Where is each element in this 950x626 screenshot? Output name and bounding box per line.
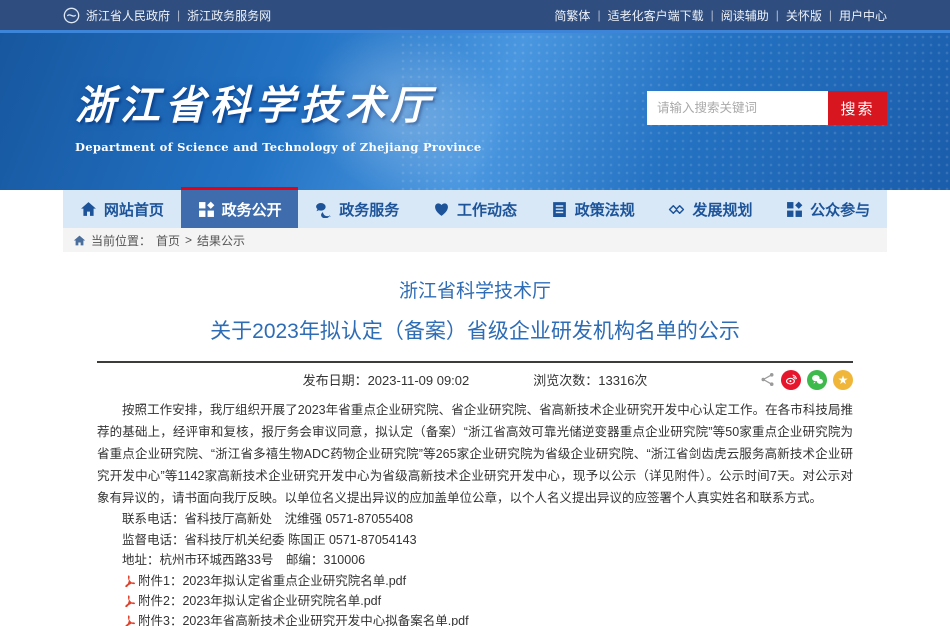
simplified-traditional-link[interactable]: 简繁体	[554, 7, 590, 24]
contact-phone: 联系电话：省科技厅高新处 沈维强 0571-87055408	[97, 509, 853, 530]
nav-label: 网站首页	[104, 199, 164, 220]
nav-item-public-participation[interactable]: 公众参与	[769, 190, 887, 228]
breadcrumb-location-label: 当前位置：	[91, 232, 151, 249]
gov-portal-link[interactable]: 浙江省人民政府	[86, 7, 170, 24]
divider	[829, 8, 832, 22]
article-title-agency: 浙江省科学技术厅	[97, 276, 853, 303]
breadcrumb-home-link[interactable]: 首页	[156, 232, 180, 249]
nav-item-gov-open[interactable]: 政务公开	[181, 190, 299, 228]
attachment-text: 附件2：2023年拟认定省企业研究院名单.pdf	[138, 591, 381, 611]
pdf-icon	[122, 594, 135, 608]
publish-date: 发布日期：2023-11-09 09:02	[303, 370, 470, 389]
handshake-icon	[668, 201, 685, 218]
view-count: 浏览次数：13316次	[533, 370, 647, 389]
nav-label: 公众参与	[810, 199, 870, 220]
attachment-text: 附件1：2023年拟认定省重点企业研究院名单.pdf	[138, 571, 406, 591]
weibo-icon[interactable]	[781, 370, 801, 390]
utility-bar-right: 简繁体 适老化客户端下载 阅读辅助 关怀版 用户中心	[554, 7, 887, 24]
site-title-english: Department of Science and Technology of …	[75, 140, 481, 154]
nav-label: 工作动态	[457, 199, 517, 220]
divider	[711, 8, 714, 22]
article-title-main: 关于2023年拟认定（备案）省级企业研发机构名单的公示	[97, 315, 853, 345]
gov-open-icon	[198, 201, 215, 218]
nav-label: 政务服务	[339, 199, 399, 220]
publish-date-value: 2023-11-09 09:02	[368, 373, 470, 388]
attachment-link-2[interactable]: 附件2：2023年拟认定省企业研究院名单.pdf	[97, 591, 853, 611]
service-portal-link[interactable]: 浙江政务服务网	[187, 7, 271, 24]
divider	[597, 8, 600, 22]
address-line: 地址：杭州市环城西路33号 邮编：310006	[97, 550, 853, 571]
share-toolbar: ★	[760, 363, 853, 396]
nav-item-work-news[interactable]: 工作动态	[416, 190, 534, 228]
article-meta: 发布日期：2023-11-09 09:02 浏览次数：13316次	[97, 363, 853, 396]
utility-bar: 浙江省人民政府 浙江政务服务网 简繁体 适老化客户端下载 阅读辅助 关怀版 用户…	[0, 0, 950, 30]
document-icon	[551, 201, 568, 218]
utility-bar-left: 浙江省人民政府 浙江政务服务网	[63, 7, 271, 24]
share-nodes-icon[interactable]	[760, 372, 775, 387]
site-banner: 浙江省科学技术厅 Department of Science and Techn…	[0, 30, 950, 190]
reading-assist-link[interactable]: 阅读辅助	[721, 7, 769, 24]
nav-item-gov-service[interactable]: 政务服务	[298, 190, 416, 228]
view-count-value: 13316次	[598, 373, 647, 388]
care-version-link[interactable]: 关怀版	[786, 7, 822, 24]
nav-item-home[interactable]: 网站首页	[63, 190, 181, 228]
breadcrumb: 当前位置： 首页 > 结果公示	[63, 228, 887, 252]
publish-date-label: 发布日期：	[303, 373, 368, 388]
chat-bubbles-icon	[315, 201, 332, 218]
qzone-icon[interactable]: ★	[833, 370, 853, 390]
attachment-link-3[interactable]: 附件3：2023年省高新技术企业研究开发中心拟备案名单.pdf	[97, 611, 853, 626]
nav-item-development-plan[interactable]: 发展规划	[652, 190, 770, 228]
breadcrumb-separator: >	[185, 233, 192, 247]
home-icon	[80, 201, 97, 218]
nav-label: 政策法规	[575, 199, 635, 220]
view-count-label: 浏览次数：	[533, 373, 598, 388]
search-button[interactable]: 搜索	[828, 91, 887, 125]
nav-label: 发展规划	[692, 199, 752, 220]
supervision-phone: 监督电话：省科技厅机关纪委 陈国正 0571-87054143	[97, 530, 853, 551]
article-paragraph: 按照工作安排，我厅组织开展了2023年省重点企业研究院、省企业研究院、省高新技术…	[97, 399, 853, 509]
site-title-chinese: 浙江省科学技术厅	[75, 73, 481, 131]
breadcrumb-current: 结果公示	[197, 232, 245, 249]
breadcrumb-home-icon	[73, 234, 86, 247]
pdf-icon	[122, 614, 135, 626]
nav-label: 政务公开	[222, 199, 282, 220]
divider	[776, 8, 779, 22]
search-box: 搜索	[647, 91, 887, 125]
main-nav: 网站首页 政务公开 政务服务 工作动态	[0, 190, 950, 228]
heart-icon	[433, 201, 450, 218]
attachment-link-1[interactable]: 附件1：2023年拟认定省重点企业研究院名单.pdf	[97, 571, 853, 591]
attachment-text: 附件3：2023年省高新技术企业研究开发中心拟备案名单.pdf	[138, 611, 469, 626]
article: 浙江省科学技术厅 关于2023年拟认定（备案）省级企业研发机构名单的公示 发布日…	[63, 276, 887, 626]
government-emblem-icon	[63, 7, 80, 24]
divider	[177, 8, 180, 22]
user-center-link[interactable]: 用户中心	[839, 7, 887, 24]
wechat-icon[interactable]	[807, 370, 827, 390]
nav-item-policy[interactable]: 政策法规	[534, 190, 652, 228]
pdf-icon	[122, 574, 135, 588]
search-input[interactable]	[647, 91, 828, 125]
participate-icon	[786, 201, 803, 218]
elder-client-download-link[interactable]: 适老化客户端下载	[608, 7, 704, 24]
site-logo: 浙江省科学技术厅 Department of Science and Techn…	[75, 73, 481, 154]
